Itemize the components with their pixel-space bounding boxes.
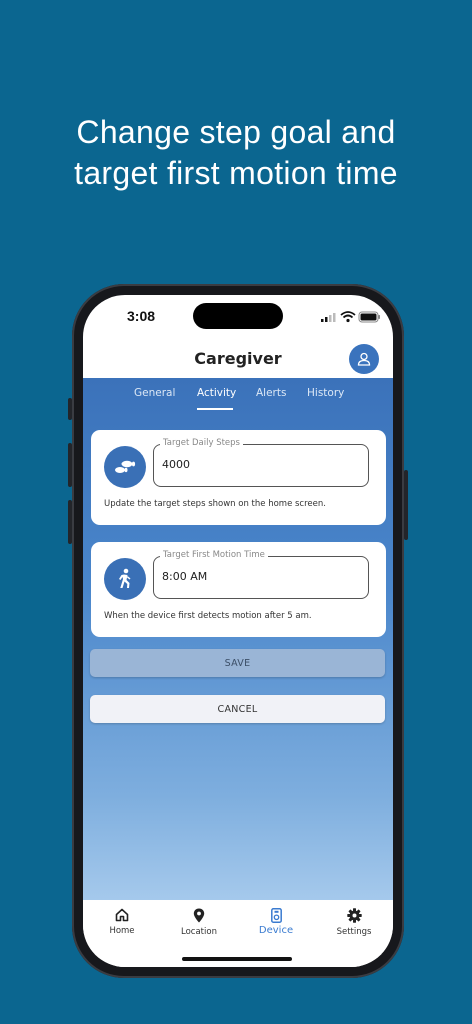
app-bar: Caregiver <box>83 343 393 379</box>
nav-location-label: Location <box>181 927 217 937</box>
target-first-motion-time-input[interactable]: Target First Motion Time 8:00 AM <box>153 550 369 599</box>
wifi-icon <box>340 311 356 323</box>
first-motion-helper-text: When the device first detects motion aft… <box>104 611 312 621</box>
tab-general[interactable]: General <box>134 387 175 399</box>
tab-bar: General Activity Alerts History <box>83 378 393 414</box>
active-tab-indicator <box>197 408 233 410</box>
cancel-button[interactable]: CANCEL <box>90 695 385 723</box>
battery-icon <box>358 311 380 323</box>
phone-power-button <box>404 470 408 540</box>
content-area: General Activity Alerts History Target D… <box>83 378 393 900</box>
status-bar: 3:08 <box>83 295 393 343</box>
nav-settings[interactable]: Settings <box>324 908 384 937</box>
target-steps-helper-text: Update the target steps shown on the hom… <box>104 499 326 509</box>
nav-location[interactable]: Location <box>169 908 229 937</box>
steps-icon-badge <box>104 446 146 488</box>
nav-home[interactable]: Home <box>92 908 152 936</box>
target-steps-card: Target Daily Steps 4000 Update the targe… <box>91 430 386 525</box>
tab-activity[interactable]: Activity <box>197 387 236 399</box>
walking-person-icon <box>119 568 131 588</box>
target-first-motion-time-value: 8:00 AM <box>162 570 208 583</box>
user-icon <box>357 352 371 366</box>
promo-headline: Change step goal and target first motion… <box>0 112 472 194</box>
device-icon <box>270 908 282 923</box>
nav-device-label: Device <box>258 925 294 936</box>
promo-headline-line-1: Change step goal and <box>76 114 396 150</box>
nav-home-label: Home <box>109 926 135 936</box>
home-indicator <box>182 957 292 961</box>
nav-settings-label: Settings <box>336 927 372 937</box>
home-icon <box>115 908 129 922</box>
footsteps-icon <box>115 460 136 473</box>
target-daily-steps-input[interactable]: Target Daily Steps 4000 <box>153 438 369 487</box>
tab-alerts[interactable]: Alerts <box>256 387 286 399</box>
target-daily-steps-value: 4000 <box>162 458 190 471</box>
location-pin-icon <box>193 908 205 923</box>
save-button[interactable]: SAVE <box>90 649 385 677</box>
motion-icon-badge <box>104 558 146 600</box>
phone-volume-up-button <box>68 443 72 487</box>
signal-icon <box>321 313 336 322</box>
nav-device[interactable]: Device <box>246 908 306 936</box>
target-daily-steps-label: Target Daily Steps <box>160 438 243 448</box>
dynamic-island <box>193 303 283 329</box>
first-motion-card: Target First Motion Time 8:00 AM When th… <box>91 542 386 637</box>
phone-screen: 3:08 Caregiver General Activity Alerts H… <box>83 295 393 967</box>
status-icons <box>321 309 381 328</box>
phone-action-button <box>68 398 72 420</box>
profile-button[interactable] <box>349 344 379 374</box>
phone-volume-down-button <box>68 500 72 544</box>
target-first-motion-time-label: Target First Motion Time <box>160 550 268 560</box>
status-time: 3:08 <box>127 308 156 324</box>
tab-history[interactable]: History <box>307 387 344 399</box>
promo-headline-line-2: target first motion time <box>74 155 398 191</box>
gear-icon <box>346 908 362 923</box>
page-title: Caregiver <box>194 349 282 368</box>
